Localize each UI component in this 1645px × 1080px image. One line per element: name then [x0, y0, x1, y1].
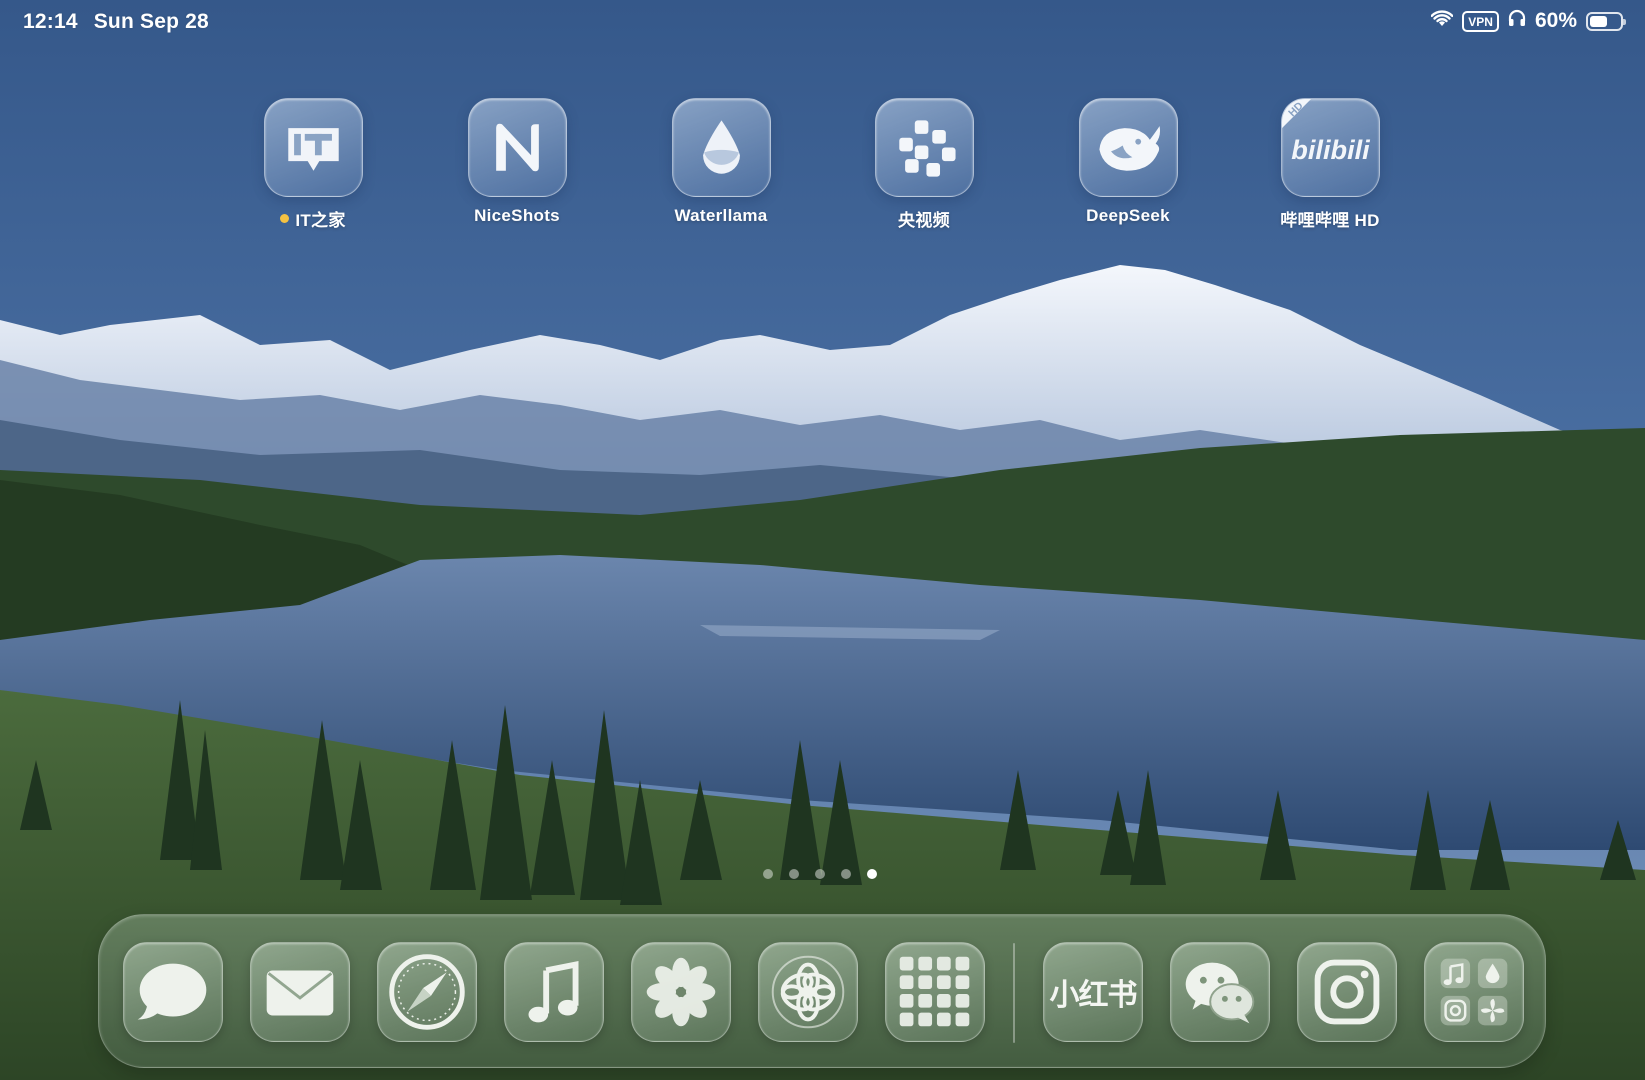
page-dot[interactable]: [763, 869, 773, 879]
water-drop-icon: [671, 98, 771, 197]
dock-app-instagram[interactable]: [1297, 942, 1397, 1042]
page-dot-current[interactable]: [867, 869, 877, 879]
compass-icon: [389, 954, 465, 1030]
camera-outline-icon: [1314, 959, 1380, 1025]
xiaohongshu-icon: 小红书: [1049, 979, 1138, 1012]
app-label: DeepSeek: [1086, 206, 1170, 225]
dock-app-messages[interactable]: [123, 942, 223, 1042]
dock-app-wechat[interactable]: [1170, 942, 1270, 1042]
it-home-icon: [263, 98, 363, 197]
vpn-badge: VPN: [1462, 10, 1499, 32]
flower-icon: [646, 957, 716, 1027]
battery-percent: 60%: [1534, 9, 1577, 32]
bilibili-icon: HD bilibili: [1280, 98, 1380, 197]
dock-app-folder[interactable]: [1424, 942, 1524, 1042]
status-time: 12:14: [23, 10, 78, 33]
envelope-icon: [266, 970, 334, 1016]
bilibili-wordmark: bilibili: [1291, 134, 1371, 165]
dock-divider: [1013, 943, 1015, 1043]
headphones-icon: [1508, 9, 1526, 33]
page-dot[interactable]: [789, 869, 799, 879]
dock-app-xiaohongshu[interactable]: 小红书: [1043, 942, 1143, 1042]
page-dot[interactable]: [841, 869, 851, 879]
dock-app-mail[interactable]: [250, 942, 350, 1042]
dock-app-photos[interactable]: [631, 942, 731, 1042]
app-deepseek[interactable]: DeepSeek: [1053, 98, 1203, 226]
cctv-video-icon: [874, 98, 974, 197]
battery-level: [1590, 15, 1608, 27]
status-date: Sun Sep 28: [93, 10, 209, 33]
dock-app-safari[interactable]: [377, 942, 477, 1042]
new-update-dot: [280, 214, 290, 223]
app-cctv-video[interactable]: 央视频: [849, 98, 999, 231]
music-note-icon: [528, 960, 579, 1023]
app-label: IT之家: [295, 211, 346, 230]
whale-icon: [1078, 98, 1178, 197]
app-label: Waterllama: [674, 206, 768, 225]
app-it-home[interactable]: IT之家: [238, 98, 388, 231]
status-bar: 12:14 Sun Sep 28 VPN 60%: [0, 0, 1645, 46]
app-bilibili-hd[interactable]: HD bilibili 哔哩哔哩 HD: [1255, 98, 1405, 231]
wifi-icon: [1430, 9, 1454, 33]
wechat-icon: [1185, 962, 1255, 1024]
app-label: NiceShots: [474, 206, 560, 225]
openai-knot-icon: [771, 955, 845, 1029]
battery-icon: [1586, 11, 1626, 31]
app-grid-icon: [899, 956, 970, 1027]
app-niceshots[interactable]: NiceShots: [442, 98, 592, 226]
dock-app-app-library[interactable]: [885, 942, 985, 1042]
chat-bubble-icon: [137, 963, 207, 1020]
app-label: 央视频: [898, 211, 950, 230]
page-indicator[interactable]: [763, 869, 877, 879]
app-waterllama[interactable]: Waterllama: [646, 98, 796, 226]
folder-icon: [1440, 958, 1508, 1026]
dock-app-chatgpt[interactable]: [758, 942, 858, 1042]
niceshots-icon: [467, 98, 567, 197]
dock: 小红书: [98, 914, 1546, 1068]
app-label: 哔哩哔哩 HD: [1280, 211, 1380, 230]
page-dot[interactable]: [815, 869, 825, 879]
dock-app-music[interactable]: [504, 942, 604, 1042]
